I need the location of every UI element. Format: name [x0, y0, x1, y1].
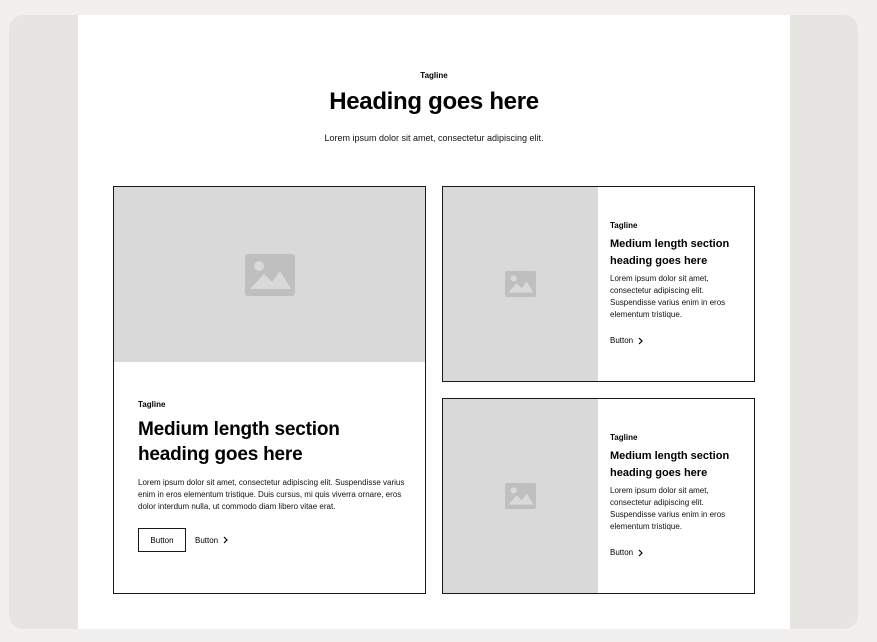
feature-card-small: Tagline Medium length section heading go… [442, 398, 755, 594]
chevron-right-icon [638, 337, 643, 344]
page-section: Tagline Heading goes here Lorem ipsum do… [78, 15, 790, 629]
link-button[interactable]: Button [610, 336, 643, 345]
chevron-right-icon [223, 536, 228, 544]
card-tagline: Tagline [610, 221, 638, 230]
image-icon [245, 254, 295, 296]
image-icon [505, 483, 536, 509]
section-subtext: Lorem ipsum dolor sit amet, consectetur … [324, 133, 544, 143]
link-button-label: Button [195, 535, 219, 545]
link-button-label: Button [610, 548, 634, 557]
card-body: Lorem ipsum dolor sit amet, consectetur … [138, 478, 405, 511]
feature-card-large: Tagline Medium length section heading go… [113, 186, 426, 594]
chevron-right-icon [638, 549, 643, 556]
image-icon [505, 271, 536, 297]
card-tagline: Tagline [610, 433, 638, 442]
card-heading: Medium length section heading goes here [610, 238, 730, 267]
section-heading: Heading goes here [329, 88, 539, 115]
section-tagline: Tagline [420, 71, 448, 80]
link-button-label: Button [610, 336, 634, 345]
link-button[interactable]: Button [195, 536, 228, 545]
card-body: Lorem ipsum dolor sit amet, consectetur … [610, 486, 726, 531]
card-heading: Medium length section heading goes here [138, 419, 340, 465]
card-heading: Medium length section heading goes here [610, 450, 730, 479]
link-button[interactable]: Button [610, 548, 643, 557]
image-placeholder [114, 187, 425, 362]
image-placeholder [443, 399, 598, 593]
card-body: Lorem ipsum dolor sit amet, consectetur … [610, 274, 726, 319]
card-tagline: Tagline [138, 400, 166, 409]
primary-button[interactable]: Button [138, 528, 186, 552]
feature-card-small: Tagline Medium length section heading go… [442, 186, 755, 382]
image-placeholder [443, 187, 598, 381]
